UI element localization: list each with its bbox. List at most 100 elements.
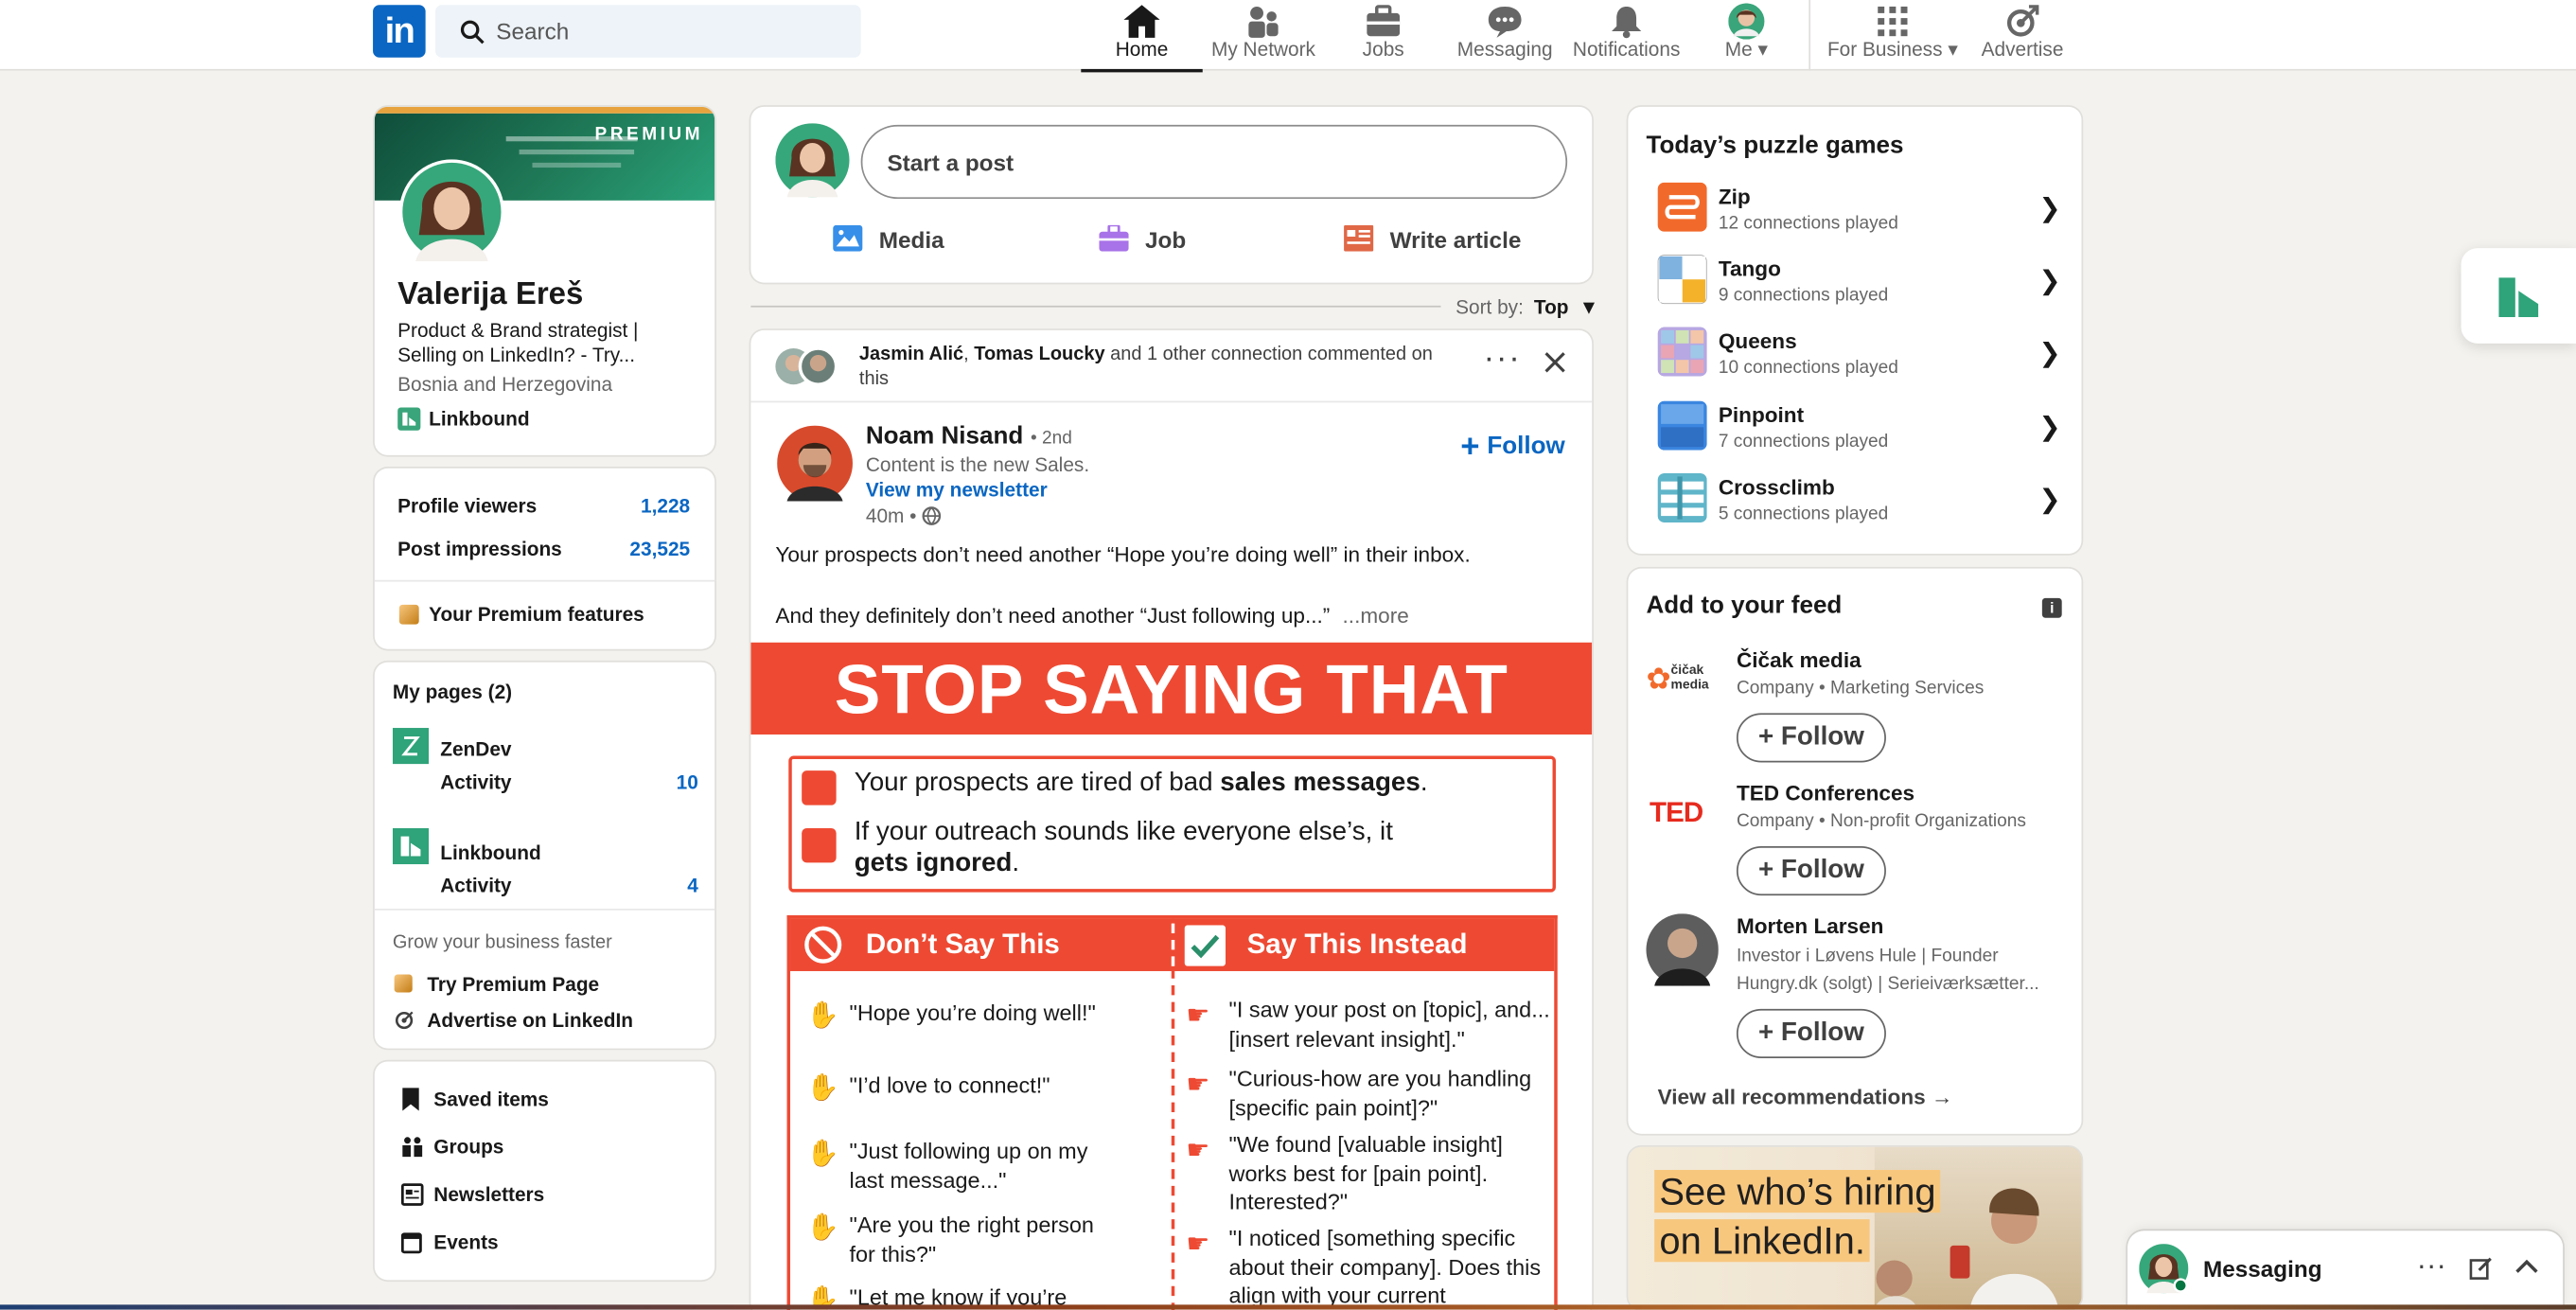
callout-line-2b: gets ignored <box>854 849 1013 878</box>
nav-my-network[interactable]: My Network <box>1206 0 1321 71</box>
zendev-logo <box>392 728 430 765</box>
nav-me[interactable]: Me ▾ <box>1708 0 1784 71</box>
say-instead-item: "I saw your post on [topic], and... [ins… <box>1228 997 1550 1052</box>
infographic-header: STOP SAYING THAT <box>750 642 1593 735</box>
puzzle-sub: 7 connections played <box>1718 432 1889 452</box>
social-context-text: and 1 other connection commented on <box>1110 345 1433 365</box>
divider <box>374 909 715 911</box>
groups-link[interactable]: Groups <box>401 1134 697 1160</box>
hiring-ad[interactable]: See who’s hiring on LinkedIn. <box>1628 1146 2082 1310</box>
puzzle-item-pinpoint[interactable]: Pinpoint 7 connections played ❯ <box>1657 400 2066 457</box>
view-all-recommendations-link[interactable]: View all recommendations → <box>1658 1085 1953 1109</box>
prohibited-icon <box>804 926 842 964</box>
tango-icon <box>1657 255 1707 305</box>
page-item-zendev[interactable]: ZenDev Activity 10 <box>392 728 698 800</box>
puzzle-item-zip[interactable]: Zip 12 connections played ❯ <box>1657 182 2066 239</box>
follow-button[interactable]: + Follow <box>1736 713 1886 763</box>
linkedin-logo[interactable]: in <box>373 5 426 58</box>
puzzle-sub: 12 connections played <box>1718 213 1898 234</box>
media-button[interactable]: Media <box>833 223 964 259</box>
profile-name[interactable]: Valerija Ereš <box>397 277 583 313</box>
feed-suggestion-cicak: ✿ čičak media Čičak media Company • Mark… <box>1646 645 2073 766</box>
info-icon[interactable]: i <box>2041 597 2062 618</box>
nav-advertise[interactable]: Advertise <box>1971 0 2073 71</box>
write-article-button[interactable]: Write article <box>1344 223 1541 259</box>
nav-label: For Business <box>1826 37 1943 62</box>
puzzle-games-title: Today’s puzzle games <box>1646 131 1904 160</box>
puzzle-name: Tango <box>1718 256 1781 281</box>
author-avatar[interactable] <box>777 425 853 502</box>
commenter-name[interactable]: Tomas Loucky <box>974 345 1104 365</box>
stat-post-impressions-value[interactable]: 23,525 <box>629 538 690 560</box>
pointing-hand-icon: ☛ <box>1186 1230 1210 1259</box>
view-newsletter-link[interactable]: View my newsletter <box>866 478 1048 501</box>
suggestion-name[interactable]: Čičak media <box>1737 647 1861 672</box>
events-link[interactable]: Events <box>400 1230 697 1256</box>
avatar <box>1728 3 1765 40</box>
jobs-icon <box>1099 224 1129 252</box>
nav-label: My Network <box>1211 37 1315 62</box>
avatar[interactable] <box>1646 913 1719 986</box>
puzzle-sub: 5 connections played <box>1718 504 1889 524</box>
puzzle-item-crossclimb[interactable]: Crossclimb 5 connections played ❯ <box>1657 472 2066 529</box>
column-dont-say: Don’t Say This <box>865 928 1060 960</box>
suggestion-sub: Company • Non-profit Organizations <box>1736 811 2026 832</box>
advertise-link[interactable]: Advertise on LinkedIn <box>395 1007 690 1034</box>
my-pages-card: My pages (2) ZenDev Activity 10 Linkboun… <box>374 662 715 1049</box>
page-item-linkbound[interactable]: Linkbound Activity 4 <box>392 827 698 900</box>
nav-home[interactable]: Home <box>1081 0 1203 73</box>
stat-profile-viewers-value[interactable]: 1,228 <box>641 495 690 518</box>
author-name[interactable]: Noam Nisand <box>866 422 1023 451</box>
nav-for-business[interactable]: For Business ▾ <box>1824 0 1962 71</box>
calendar-icon <box>400 1232 422 1254</box>
shortcuts-card: Saved items Groups Newsletters Events <box>374 1061 715 1281</box>
sort-control[interactable]: Sort by: Top ▼ <box>1456 295 1598 322</box>
callout-line-2a: If your outreach sounds like everyone el… <box>854 818 1393 847</box>
follow-button[interactable]: + Follow <box>1460 431 1569 467</box>
premium-features-link[interactable]: Your Premium features <box>398 603 695 629</box>
plus-icon: + <box>1460 429 1480 466</box>
start-post-input[interactable]: Start a post <box>860 124 1568 200</box>
messaging-dock[interactable]: Messaging ··· <box>2127 1230 2564 1310</box>
chevron-right-icon: ❯ <box>2038 486 2061 515</box>
try-premium-page-link[interactable]: Try Premium Page <box>394 971 690 998</box>
follow-button[interactable]: + Follow <box>1736 846 1886 896</box>
see-more-link[interactable]: ...more <box>1343 603 1409 628</box>
search-input[interactable]: Search <box>435 5 861 58</box>
messaging-label: Messaging <box>2202 1255 2322 1283</box>
nav-jobs[interactable]: Jobs <box>1344 0 1422 71</box>
job-button[interactable]: Job <box>1099 223 1214 259</box>
newsletters-link[interactable]: Newsletters <box>400 1181 697 1208</box>
chevron-up-icon[interactable] <box>2515 1259 2538 1275</box>
puzzle-item-queens[interactable]: Queens 10 connections played ❯ <box>1657 327 2066 382</box>
suggestion-name[interactable]: TED Conferences <box>1737 781 1914 805</box>
cicak-logo[interactable]: ✿ čičak media <box>1646 661 1718 700</box>
more-options-icon[interactable]: ··· <box>2417 1248 2446 1283</box>
image-icon <box>833 224 863 252</box>
stat-post-impressions-label[interactable]: Post impressions <box>397 538 562 560</box>
pinpoint-icon <box>1657 400 1707 451</box>
floating-linkbound-widget[interactable] <box>2461 248 2576 344</box>
suggestion-name[interactable]: Morten Larsen <box>1737 913 1884 938</box>
close-icon[interactable] <box>1544 352 1566 374</box>
profile-photo[interactable] <box>398 159 504 265</box>
more-options-icon[interactable]: ··· <box>1484 340 1522 378</box>
commenter-name[interactable]: Jasmin Alić <box>859 345 963 365</box>
profile-stats-card: Profile viewers 1,228 Post impressions 2… <box>374 468 715 649</box>
search-icon <box>460 20 485 44</box>
ted-logo[interactable]: TED <box>1650 797 1703 830</box>
profile-headline: Product & Brand strategist | Selling on … <box>397 318 639 367</box>
messaging-icon <box>1488 6 1522 38</box>
nav-label: Advertise <box>1981 37 2064 62</box>
stat-profile-viewers-label[interactable]: Profile viewers <box>397 495 537 518</box>
puzzle-item-tango[interactable]: Tango 9 connections played ❯ <box>1657 255 2066 310</box>
page-name: Linkbound <box>440 841 541 865</box>
nav-messaging[interactable]: Messaging <box>1453 0 1558 71</box>
follow-button[interactable]: + Follow <box>1736 1008 1886 1058</box>
nav-notifications[interactable]: Notifications <box>1567 0 1685 71</box>
profile-location: Bosnia and Herzegovina <box>397 373 613 397</box>
dont-say-item: "Are you the right person for this?" <box>849 1213 1094 1266</box>
globe-icon <box>922 506 942 526</box>
compose-icon[interactable] <box>2469 1257 2492 1280</box>
saved-items-link[interactable]: Saved items <box>401 1086 697 1112</box>
